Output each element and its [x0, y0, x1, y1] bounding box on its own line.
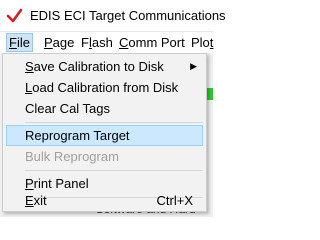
menu-item-bulk-reprogram: Bulk Reprogram: [25, 149, 119, 164]
menu-item-exit[interactable]: Exit Ctrl+X: [6, 190, 203, 211]
menu-separator: [25, 122, 203, 123]
title-bar: EDIS ECI Target Communications: [0, 0, 226, 32]
menu-plot[interactable]: Plot: [189, 33, 215, 52]
menu-separator: [25, 170, 203, 171]
menu-item-reprogram-target[interactable]: Reprogram Target: [6, 125, 203, 146]
menu-item-clear-cal-tags[interactable]: Clear Cal Tags: [6, 98, 203, 119]
menu-comm-port[interactable]: Comm Port: [117, 33, 187, 52]
menu-page[interactable]: Page: [42, 33, 76, 52]
menu-item-save-calibration[interactable]: Save Calibration to Disk ▶: [6, 56, 203, 77]
shortcut-label: Ctrl+X: [156, 193, 193, 208]
menu-file[interactable]: File: [6, 33, 33, 52]
menu-bar: File Page Flash Comm Port Plot: [0, 32, 213, 53]
checkmark-app-icon[interactable]: [6, 7, 23, 24]
submenu-arrow-icon: ▶: [190, 61, 197, 71]
menu-item-load-calibration[interactable]: Load Calibration from Disk: [6, 77, 203, 98]
menu-flash[interactable]: Flash: [79, 33, 115, 52]
file-dropdown-menu: Save Calibration to Disk ▶ Load Calibrat…: [2, 53, 207, 212]
window-title: EDIS ECI Target Communications: [30, 8, 226, 23]
